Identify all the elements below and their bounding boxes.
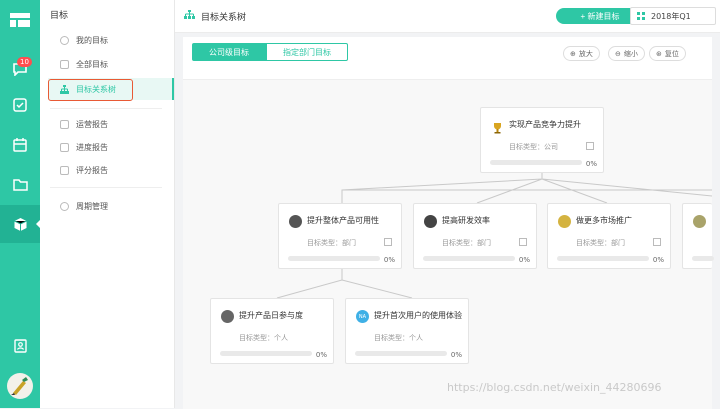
goal-type: 目标类型：个人 (239, 334, 288, 342)
sidebar-item-label: 我的目标 (76, 35, 108, 45)
goal-card[interactable]: NA 提升首次用户的使用体验 目标类型：个人 0% (345, 298, 469, 364)
goal-name: 提高研发效率 (442, 216, 490, 225)
goal-card[interactable]: 做更多市场推广 目标类型：部门 0% (547, 203, 671, 269)
expand-toggle[interactable] (586, 142, 594, 150)
goal-type: 目标类型：部门 (576, 239, 625, 247)
progress-value: 0% (450, 351, 462, 359)
sidebar-item-ops-report[interactable]: 运营报告 (60, 113, 170, 135)
sidebar-item-label: 周期管理 (76, 201, 108, 211)
sidebar-item-label: 进度报告 (76, 142, 108, 152)
expand-toggle[interactable] (384, 238, 392, 246)
user-avatar[interactable] (7, 373, 33, 399)
top-bar: 目标关系树 + 新建目标 2018年Q1 (175, 0, 720, 33)
goal-card-root[interactable]: 实现产品竞争力提升 目标类型：公司 0% (480, 107, 604, 173)
page-title: 目标关系树 (201, 13, 247, 23)
report-icon (60, 142, 69, 152)
goal-name: 提升整体产品可用性 (307, 216, 379, 225)
selected-indicator (172, 78, 174, 100)
document-icon (60, 59, 69, 69)
goal-level-tabs: 公司级目标 指定部门目标 (192, 43, 348, 61)
main-panel: 公司级目标 指定部门目标 ⊕ 放大 ⊖ 缩小 ⊛ 复位 实现产品竞争力提升 目标… (183, 37, 714, 409)
zoom-out-icon: ⊖ (615, 49, 621, 58)
report-icon (60, 119, 69, 129)
report-icon (60, 165, 69, 175)
avatar (558, 215, 571, 228)
goal-icon (60, 35, 69, 45)
expand-toggle[interactable] (519, 238, 527, 246)
avatar (289, 215, 302, 228)
zoom-in-icon: ⊕ (570, 49, 576, 58)
goal-type: 目标类型：公司 (509, 143, 558, 151)
goal-name: 提升产品日参与度 (239, 311, 303, 320)
goal-name: 提升首次用户的使用体验 (374, 311, 462, 320)
goal-type: 目标类型：个人 (374, 334, 423, 342)
trophy-icon (491, 119, 504, 134)
sidebar-title: 目标 (50, 11, 69, 21)
avatar: NA (356, 310, 369, 323)
avatar (424, 215, 437, 228)
cube-icon (11, 215, 29, 233)
watermark: https://blog.csdn.net/weixin_44280696 (447, 381, 662, 394)
sidebar: 目标 我的目标 全部目标 目标关系树 运营报告 进度报告 评分报告 周期管理 (40, 0, 175, 408)
zoom-out-label: 缩小 (623, 49, 638, 58)
task-icon[interactable] (11, 96, 29, 114)
progress-value: 0% (652, 256, 664, 264)
progress-value: 0% (518, 256, 530, 264)
notification-badge: 10 (17, 57, 32, 67)
sidebar-item-label: 评分报告 (76, 165, 108, 175)
progress-bar (692, 256, 714, 261)
grid-icon (637, 12, 645, 20)
tree-canvas[interactable]: 实现产品竞争力提升 目标类型：公司 0% 提升整体产品可用性 目标类型：部门 0… (183, 79, 714, 409)
progress-bar (220, 351, 312, 356)
sidebar-item-label: 运营报告 (76, 119, 108, 129)
goal-type: 目标类型：部门 (442, 239, 491, 247)
calendar-icon[interactable] (11, 136, 29, 154)
expand-toggle[interactable] (653, 238, 661, 246)
settings-icon (60, 201, 69, 211)
tab-department-goals[interactable]: 指定部门目标 (266, 43, 348, 61)
sidebar-item-all-goals[interactable]: 全部目标 (60, 53, 170, 75)
tab-company-goals[interactable]: 公司级目标 (192, 43, 266, 61)
zoom-out-button[interactable]: ⊖ 缩小 (608, 46, 645, 61)
progress-value: 0% (315, 351, 327, 359)
progress-value: 0% (585, 160, 597, 168)
divider (50, 187, 162, 188)
avatar (693, 215, 706, 228)
avatar (221, 310, 234, 323)
goal-card-partial[interactable] (682, 203, 714, 269)
reset-button[interactable]: ⊛ 复位 (649, 46, 686, 61)
reset-icon: ⊛ (656, 49, 662, 58)
contact-card-icon[interactable] (11, 337, 29, 355)
highlight-annotation-box (48, 79, 133, 101)
period-selector[interactable]: 2018年Q1 (630, 7, 716, 25)
progress-bar (490, 160, 582, 165)
period-value: 2018年Q1 (651, 11, 691, 21)
goal-type: 目标类型：部门 (307, 239, 356, 247)
zoom-in-button[interactable]: ⊕ 放大 (563, 46, 600, 61)
sidebar-item-my-goals[interactable]: 我的目标 (60, 29, 170, 51)
progress-bar (288, 256, 380, 261)
folder-icon[interactable] (11, 175, 29, 193)
app-rail: 10 (0, 0, 41, 408)
divider (50, 108, 162, 109)
tree-icon (184, 10, 195, 23)
sidebar-item-cycle-management[interactable]: 周期管理 (60, 195, 170, 217)
progress-bar (355, 351, 447, 356)
goal-card[interactable]: 提升整体产品可用性 目标类型：部门 0% (278, 203, 402, 269)
goal-name: 做更多市场推广 (576, 216, 632, 225)
goal-card[interactable]: 提升产品日参与度 目标类型：个人 0% (210, 298, 334, 364)
goal-name: 实现产品竞争力提升 (509, 120, 581, 129)
sidebar-item-progress-report[interactable]: 进度报告 (60, 136, 170, 158)
sidebar-item-score-report[interactable]: 评分报告 (60, 159, 170, 181)
progress-bar (557, 256, 649, 261)
reset-label: 复位 (664, 49, 679, 58)
sidebar-item-label: 全部目标 (76, 59, 108, 69)
progress-value: 0% (383, 256, 395, 264)
goal-card[interactable]: 提高研发效率 目标类型：部门 0% (413, 203, 537, 269)
progress-bar (423, 256, 515, 261)
zoom-in-label: 放大 (578, 49, 593, 58)
app-logo-icon[interactable] (10, 11, 30, 29)
